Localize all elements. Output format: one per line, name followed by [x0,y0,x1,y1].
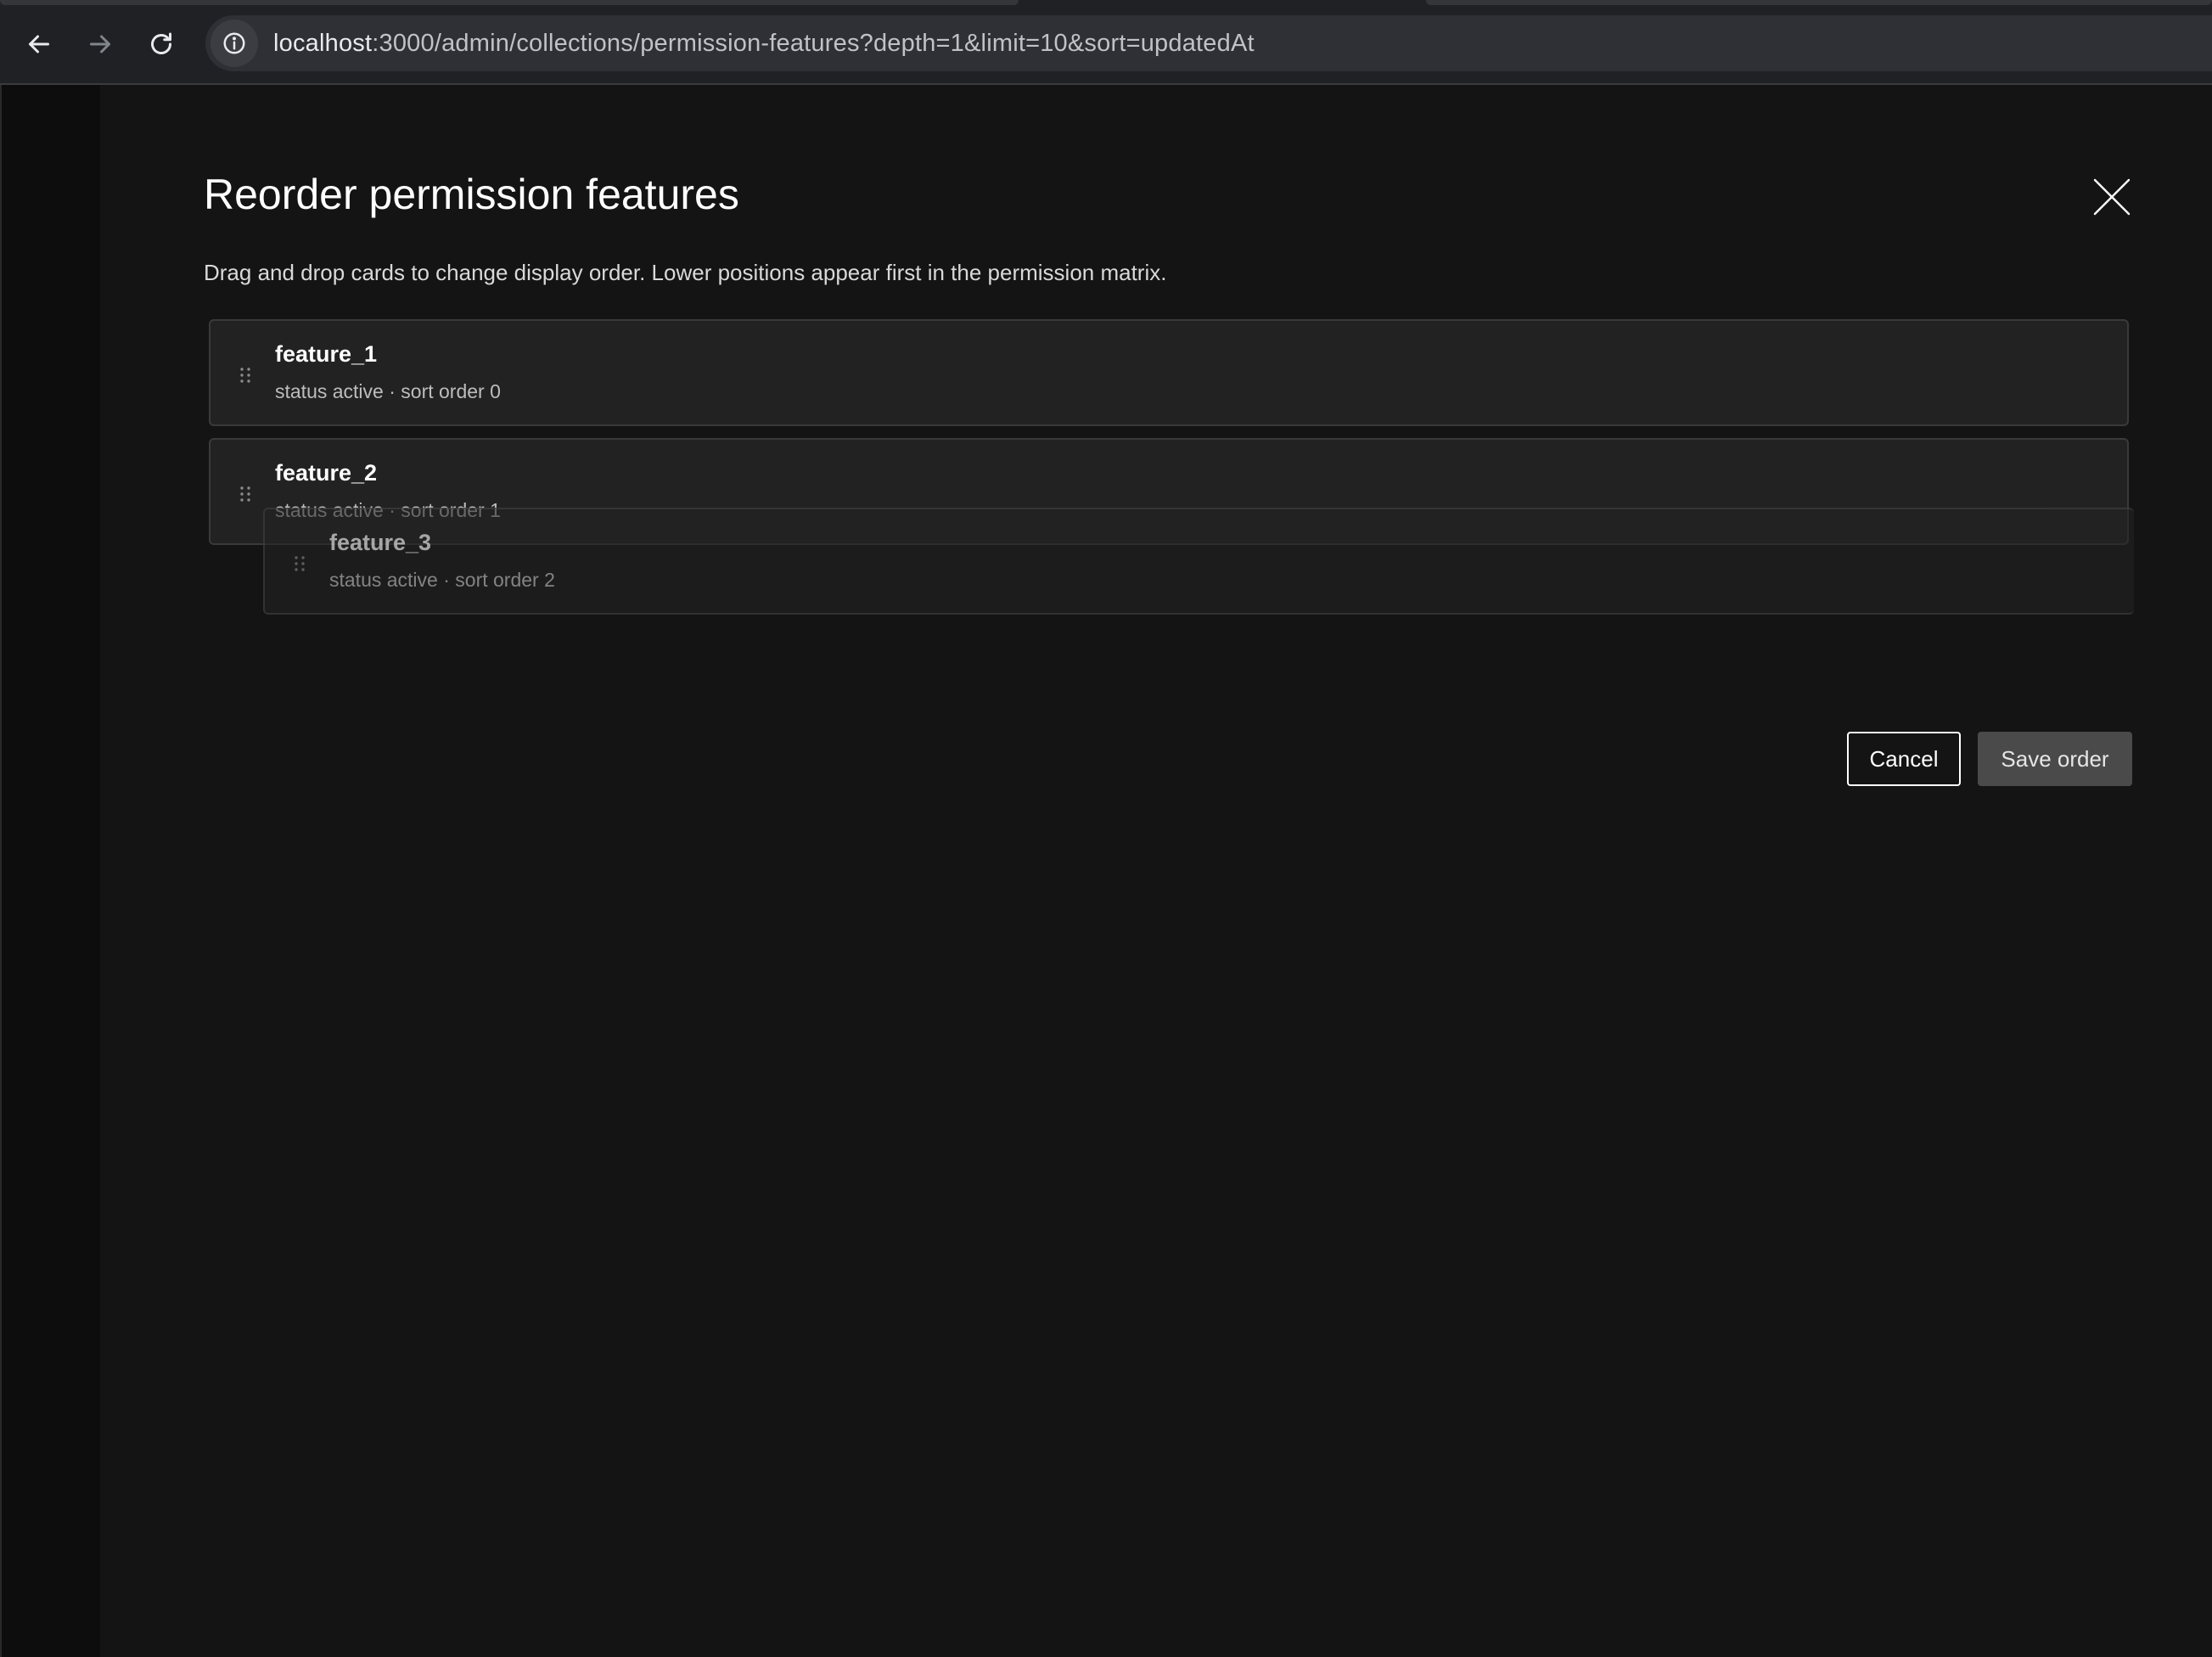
reload-button[interactable] [138,20,185,68]
feature-card-meta: status active · sort order 2 [329,569,555,591]
back-button[interactable] [15,20,63,68]
site-info-button[interactable] [211,20,258,67]
feature-card-title: feature_3 [329,530,432,555]
forward-button[interactable] [76,20,124,68]
tab-strip [0,0,1019,5]
modal-title: Reorder permission features [204,171,739,218]
close-button[interactable] [2090,175,2134,219]
url-host: localhost [273,29,373,57]
feature-card[interactable]: feature_1 status active · sort order 0 [209,319,2129,426]
info-icon [223,32,245,54]
url-text[interactable]: localhost:3000/admin/collections/permiss… [273,30,1255,58]
browser-toolbar: localhost:3000/admin/collections/permiss… [0,0,2212,85]
reload-icon [151,32,171,54]
modal-description: Drag and drop cards to change display or… [204,260,1167,285]
tab-strip [1426,0,2212,5]
sidebar-backdrop [0,85,100,1657]
cancel-button[interactable]: Cancel [1847,732,1961,786]
feature-card-title: feature_2 [275,460,378,486]
arrow-right-icon [90,35,110,53]
feature-card-meta: status active · sort order 0 [275,380,501,402]
url-path: :3000/admin/collections/permission-featu… [372,29,1255,57]
feature-card-title: feature_1 [275,341,378,367]
drag-handle-icon[interactable] [239,486,251,503]
address-bar[interactable]: localhost:3000/admin/collections/permiss… [205,15,2212,71]
drag-handle-icon[interactable] [239,367,251,384]
feature-card-dragging[interactable]: feature_3 status active · sort order 2 [263,508,2134,615]
drag-handle-icon[interactable] [294,555,306,572]
save-order-button[interactable]: Save order [1978,732,2132,786]
arrow-left-icon [29,35,49,53]
close-icon [2093,178,2131,216]
